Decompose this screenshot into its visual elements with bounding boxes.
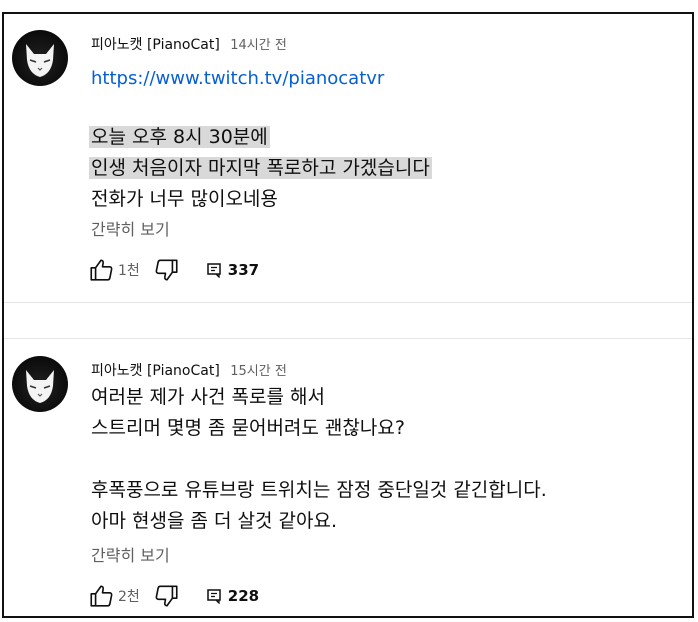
divider	[4, 338, 692, 339]
comment-icon[interactable]	[206, 588, 222, 604]
comment-link[interactable]: https://www.twitch.tv/pianocatvr	[91, 68, 384, 89]
comments-panel: 피아노캣 [PianoCat] 14시간 전 https://www.twitc…	[2, 12, 694, 618]
cat-mask-icon	[26, 44, 54, 77]
comment-actions: 2천 228	[88, 582, 259, 610]
comment: 피아노캣 [PianoCat] 14시간 전 https://www.twitc…	[4, 14, 692, 302]
timestamp[interactable]: 14시간 전	[230, 38, 287, 53]
comment-icon[interactable]	[206, 262, 222, 278]
timestamp[interactable]: 15시간 전	[230, 364, 287, 379]
thumbs-up-icon[interactable]	[88, 583, 114, 609]
comment-actions: 1천 337	[88, 256, 259, 284]
highlighted-line: 인생 처음이자 마지막 폭로하고 가겠습니다	[89, 157, 432, 179]
comment-text: 오늘 오후 8시 30분에 인생 처음이자 마지막 폭로하고 가겠습니다 전화가…	[89, 122, 432, 215]
show-less-button[interactable]: 간략히 보기	[91, 542, 170, 566]
like-count: 2천	[118, 589, 140, 605]
thumbs-down-icon[interactable]	[154, 583, 180, 609]
show-less-button[interactable]: 간략히 보기	[91, 216, 170, 240]
author-name[interactable]: 피아노캣 [PianoCat]	[91, 37, 220, 53]
text-line: 후폭풍으로 유튜브랑 트위치는 잠정 중단일것 같긴합니다.	[91, 479, 547, 501]
author-name[interactable]: 피아노캣 [PianoCat]	[91, 363, 220, 379]
text-line-blank	[91, 444, 547, 475]
avatar[interactable]	[12, 356, 68, 412]
reply-count[interactable]: 337	[228, 261, 259, 279]
reply-count[interactable]: 228	[228, 587, 259, 605]
highlighted-line: 오늘 오후 8시 30분에	[89, 126, 270, 148]
thumbs-up-icon[interactable]	[88, 257, 114, 283]
thumbs-down-icon[interactable]	[154, 257, 180, 283]
comment-meta: 피아노캣 [PianoCat] 15시간 전	[91, 362, 287, 381]
cat-mask-icon	[26, 370, 54, 403]
text-line: 여러분 제가 사건 폭로를 해서	[91, 386, 325, 408]
text-line: 스트리머 몇명 좀 묻어버려도 괜찮나요?	[91, 417, 405, 439]
like-count: 1천	[118, 263, 140, 279]
comment-text: 여러분 제가 사건 폭로를 해서 스트리머 몇명 좀 묻어버려도 괜찮나요? 후…	[91, 382, 547, 537]
text-line: 전화가 너무 많이오네용	[91, 188, 278, 210]
divider	[4, 302, 692, 303]
comment: 피아노캣 [PianoCat] 15시간 전 여러분 제가 사건 폭로를 해서 …	[4, 340, 692, 618]
comment-meta: 피아노캣 [PianoCat] 14시간 전	[91, 36, 287, 55]
text-line: 아마 현생을 좀 더 살것 같아요.	[91, 510, 337, 532]
avatar[interactable]	[12, 30, 68, 86]
